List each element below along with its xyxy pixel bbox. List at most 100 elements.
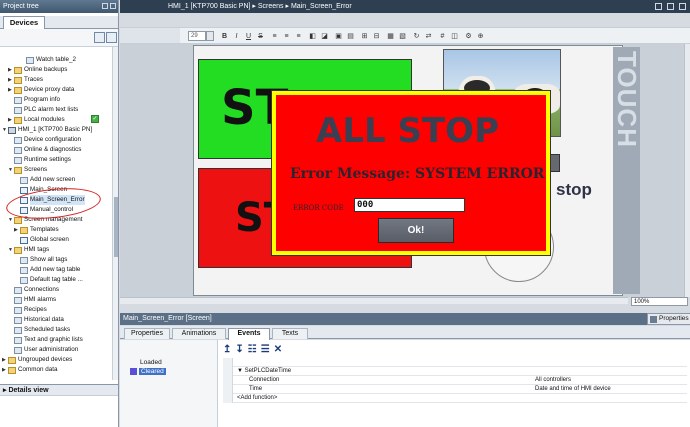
distribute-icon[interactable]: ⊟ — [372, 32, 381, 41]
tree-item[interactable]: ▼ HMI_1 [KTP700 Basic PN] — [2, 125, 92, 135]
move-down-icon[interactable]: ↧ — [235, 344, 243, 356]
doc-icon — [14, 136, 22, 144]
overview-icon[interactable] — [94, 32, 105, 43]
tools-icon[interactable]: ⚙ — [464, 32, 473, 41]
tab-events[interactable]: Events — [228, 328, 270, 340]
list-view-icon[interactable] — [106, 32, 117, 43]
tree-item[interactable]: HMI alarms — [8, 295, 56, 305]
properties-icon — [650, 316, 657, 323]
tree-item[interactable]: Connections — [8, 285, 59, 295]
tree-item[interactable]: Runtime settings — [8, 155, 71, 165]
tree-item-label: Show all tags — [30, 256, 68, 263]
zoom-select[interactable]: 100% — [631, 297, 688, 306]
tab-devices[interactable]: Devices — [3, 16, 45, 29]
tree-item[interactable]: Add new screen — [14, 175, 75, 185]
function-row[interactable]: ▼ SetPLCDateTime — [223, 367, 687, 376]
maximize-icon[interactable] — [667, 3, 674, 10]
details-view-header[interactable]: ▸ Details view — [0, 384, 118, 396]
canvas-vscrollbar[interactable] — [684, 44, 690, 297]
tree-item[interactable]: Watch table_2 — [20, 55, 76, 65]
italic-icon[interactable]: I — [232, 32, 241, 41]
underline-icon[interactable]: U — [244, 32, 253, 41]
doc-icon — [20, 266, 28, 274]
alarm-popup[interactable]: ALL STOP Error Message: SYSTEM ERROR ERR… — [271, 90, 551, 256]
function-row[interactable] — [223, 358, 687, 367]
tree-item[interactable]: ▼ Screens — [8, 165, 47, 175]
tree-item[interactable]: Scheduled tasks — [8, 325, 70, 335]
send-back-icon[interactable]: ▤ — [346, 32, 355, 41]
tree-item[interactable]: ▼ Screen management — [8, 215, 82, 225]
properties-button[interactable]: Properties — [647, 313, 690, 325]
tree-item[interactable]: Online & diagnostics — [8, 145, 81, 155]
table-icon — [20, 276, 28, 284]
tree-item[interactable]: ▶ Traces — [8, 75, 43, 85]
tree-item[interactable]: ▶ Local modules — [8, 115, 65, 125]
pin-icon[interactable] — [110, 3, 116, 9]
align-objects-icon[interactable]: ⊞ — [360, 32, 369, 41]
collapse-all-icon[interactable]: ☰ — [261, 344, 270, 356]
tree-item[interactable]: ▶ Online backups — [8, 65, 67, 75]
tree-item[interactable]: ▼ HMI tags — [8, 245, 49, 255]
minimize-icon[interactable] — [655, 3, 662, 10]
grid-icon[interactable]: # — [438, 32, 447, 41]
font-size-dropdown[interactable] — [206, 31, 214, 41]
expand-all-icon[interactable]: ☷ — [248, 344, 257, 356]
flip-icon[interactable]: ⇄ — [424, 32, 433, 41]
doc-icon — [14, 346, 22, 354]
event-loaded[interactable]: Loaded — [140, 359, 162, 366]
collapse-icon[interactable] — [102, 3, 108, 9]
zoom-icon[interactable]: ⊕ — [476, 32, 485, 41]
delete-icon[interactable]: ✕ — [274, 344, 282, 356]
tree-item[interactable]: Default tag table ... — [14, 275, 83, 285]
tree-item[interactable]: Manual_control — [14, 205, 73, 215]
scrollbar-thumb[interactable] — [114, 197, 118, 257]
close-icon[interactable] — [679, 3, 686, 10]
tree-item[interactable]: ▶ Templates — [14, 225, 59, 235]
function-row[interactable]: Connection All controllers — [223, 376, 687, 385]
tree-item[interactable]: Add new tag table — [14, 265, 80, 275]
tree-item[interactable]: Text and graphic lists — [8, 335, 83, 345]
layer-icon[interactable]: ◫ — [450, 32, 459, 41]
canvas-hscrollbar[interactable] — [120, 297, 628, 304]
align-left-icon[interactable]: ≡ — [270, 32, 279, 41]
tree-item[interactable]: ▶ Device proxy data — [8, 85, 74, 95]
tree-item-label: Online & diagnostics — [24, 146, 82, 153]
ungroup-icon[interactable]: ▧ — [398, 32, 407, 41]
function-row[interactable]: Time Date and time of HMI device — [223, 385, 687, 394]
tree-item-label: Add new screen — [30, 176, 76, 183]
font-size-field[interactable]: 29 — [188, 31, 206, 41]
function-row[interactable]: <Add function> — [223, 394, 687, 403]
bring-front-icon[interactable]: ▣ — [334, 32, 343, 41]
tree-item[interactable]: ▶ Common data — [2, 365, 58, 375]
tree-item[interactable]: ▶ Ungrouped devices — [2, 355, 72, 365]
tree-item[interactable]: Device configuration — [8, 135, 81, 145]
align-center-icon[interactable]: ≡ — [282, 32, 291, 41]
tab-animations[interactable]: Animations — [172, 328, 226, 339]
bold-icon[interactable]: B — [220, 32, 229, 41]
tree-item[interactable]: Historical data — [8, 315, 64, 325]
event-cleared[interactable]: Cleared — [130, 368, 166, 375]
tree-item-label: Common data — [18, 366, 58, 373]
tree-item[interactable]: Global screen — [14, 235, 69, 245]
move-up-icon[interactable]: ↥ — [223, 344, 231, 356]
tree-item[interactable]: Main_Screen — [14, 185, 67, 195]
fill-color-icon[interactable]: ◧ — [308, 32, 317, 41]
project-tree-panel: Project tree Devices Watch table_2 ▶ Onlin… — [0, 0, 119, 427]
rotate-icon[interactable]: ↻ — [412, 32, 421, 41]
tree-item[interactable]: Main_Screen_Error — [14, 195, 85, 205]
group-icon[interactable]: ▦ — [386, 32, 395, 41]
screen-editor-canvas[interactable]: TOUCH ST ST stop ALL STOP Error Message:… — [120, 44, 690, 304]
align-right-icon[interactable]: ≡ — [294, 32, 303, 41]
tree-item[interactable]: Program info — [8, 95, 60, 105]
tree-item[interactable]: PLC alarm text lists — [8, 105, 78, 115]
tab-properties[interactable]: Properties — [124, 328, 170, 339]
tab-texts[interactable]: Texts — [272, 328, 308, 339]
tree-scrollbar[interactable] — [112, 47, 118, 380]
tree-item[interactable]: User administration — [8, 345, 78, 355]
line-color-icon[interactable]: ◪ — [320, 32, 329, 41]
tree-item[interactable]: Recipes — [8, 305, 47, 315]
tree-item[interactable]: Show all tags — [14, 255, 67, 265]
error-code-field[interactable]: 000 — [354, 198, 465, 212]
strikethrough-icon[interactable]: S — [256, 32, 265, 41]
ok-button[interactable]: Ok! — [378, 218, 454, 243]
